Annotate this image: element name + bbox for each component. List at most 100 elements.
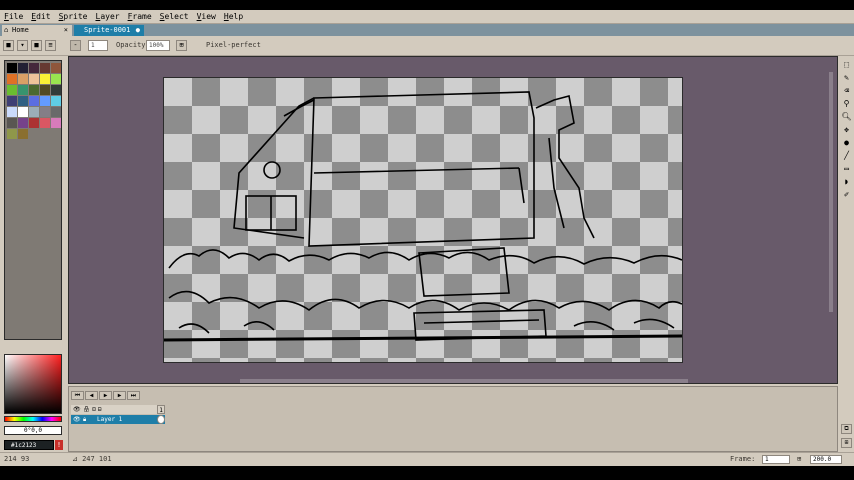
timeline-config-icon[interactable]: ⧉	[841, 424, 852, 434]
line-tool-icon[interactable]: ╱	[841, 150, 852, 161]
palette-swatch[interactable]	[29, 74, 39, 84]
menu-sprite[interactable]: Sprite	[55, 12, 92, 21]
tab-home[interactable]: ⌂ Home ×	[2, 25, 72, 36]
palette-swatch[interactable]	[40, 118, 50, 128]
palette-swatch[interactable]	[51, 107, 61, 117]
palette-swatch[interactable]	[51, 96, 61, 106]
brush-type-icon[interactable]: ■	[3, 40, 14, 51]
fill-tool-icon[interactable]: ●	[841, 137, 852, 148]
opacity-field[interactable]: 100%	[146, 40, 170, 51]
hsv-value-field[interactable]: 0°0,0	[4, 426, 62, 435]
bumper-line	[423, 319, 540, 324]
prev-frame-button[interactable]: ◀	[85, 391, 98, 400]
palette-swatch[interactable]	[51, 74, 61, 84]
palette-swatch[interactable]	[40, 74, 50, 84]
palette-swatch[interactable]	[18, 74, 28, 84]
menu-file[interactable]: File	[0, 12, 27, 21]
layer-name[interactable]: Layer 1	[97, 415, 122, 424]
palette-swatch[interactable]	[7, 85, 17, 95]
move-tool-icon[interactable]: ✥	[841, 124, 852, 135]
color-picker-area[interactable]	[4, 354, 62, 414]
last-frame-button[interactable]: ⏭	[127, 391, 140, 400]
rectangle-tool-icon[interactable]: ▭	[841, 163, 852, 174]
palette-swatch[interactable]	[7, 74, 17, 84]
warning-icon[interactable]: !	[55, 440, 63, 450]
brush-size-decrease-icon[interactable]: -	[70, 40, 81, 51]
marquee-tool-icon[interactable]: ⬚	[841, 59, 852, 70]
next-frame-button[interactable]: ▶	[113, 391, 126, 400]
palette-swatch[interactable]	[51, 85, 61, 95]
palette-swatch[interactable]	[51, 63, 61, 73]
layer-visibility-icon[interactable]: 👁︎	[73, 415, 81, 424]
foreground-color-button[interactable]: #1c2123	[4, 440, 54, 450]
palette-swatch[interactable]	[18, 118, 28, 128]
menu-select[interactable]: Select	[156, 12, 193, 21]
palette-swatch[interactable]	[7, 129, 17, 139]
palette-swatch[interactable]	[7, 118, 17, 128]
tab-sprite[interactable]: Sprite-0001 ●	[74, 25, 144, 36]
tab-sprite-label: Sprite-0001	[84, 26, 131, 34]
palette-swatch[interactable]	[29, 63, 39, 73]
menu-view[interactable]: View	[193, 12, 220, 21]
aseprite-window: File Edit Sprite Layer Frame Select View…	[0, 10, 854, 466]
bushes-middle	[168, 290, 682, 311]
frame-field[interactable]: 1	[762, 455, 790, 464]
blur-tool-icon[interactable]: ✐	[841, 189, 852, 200]
layer-lock-icon[interactable]: 🔒︎	[83, 415, 86, 424]
cel-frame-1[interactable]	[157, 415, 165, 424]
palette-swatch[interactable]	[7, 107, 17, 117]
tab-sprite-modified-icon[interactable]: ●	[136, 25, 140, 36]
palette-swatch[interactable]	[18, 107, 28, 117]
menu-layer[interactable]: Layer	[91, 12, 123, 21]
layer-visibility-icons[interactable]: 👁︎🔒︎⊡⊟	[71, 405, 103, 414]
eraser-tool-icon[interactable]: ⌫	[841, 85, 852, 96]
palette-swatch[interactable]	[40, 85, 50, 95]
menu-help[interactable]: Help	[220, 12, 247, 21]
frame-number-1[interactable]: 1	[157, 405, 165, 414]
palette-swatch[interactable]	[7, 96, 17, 106]
palette-swatch[interactable]	[18, 63, 28, 73]
brush-shape-icon[interactable]: ▾	[17, 40, 28, 51]
palette-swatch[interactable]	[18, 129, 28, 139]
layer-row[interactable]: 👁︎ 🔒︎ Layer 1	[71, 415, 165, 424]
sprite-editor[interactable]	[68, 56, 838, 384]
menu-edit[interactable]: Edit	[27, 12, 54, 21]
palette-swatch[interactable]	[18, 96, 28, 106]
palette-swatch[interactable]	[40, 96, 50, 106]
horizontal-scrollbar[interactable]	[240, 379, 688, 383]
palette-swatch[interactable]	[40, 63, 50, 73]
play-button[interactable]: ▶	[99, 391, 112, 400]
sprite-canvas[interactable]	[163, 77, 683, 363]
eyedropper-tool-icon[interactable]: ⚲	[841, 98, 852, 109]
zoom-field[interactable]: 200.0	[810, 455, 842, 464]
timeline-header: 👁︎🔒︎⊡⊟	[71, 405, 165, 414]
add-frame-icon[interactable]: ⊞	[797, 455, 801, 463]
palette-swatch[interactable]	[29, 96, 39, 106]
vertical-scrollbar[interactable]	[829, 72, 833, 312]
brush-square-icon[interactable]: ■	[31, 40, 42, 51]
hue-slider[interactable]	[4, 416, 62, 422]
palette-swatch[interactable]	[29, 107, 39, 117]
brush-options-icon[interactable]: ≡	[45, 40, 56, 51]
zoom-tool-icon[interactable]: 🔍︎	[841, 111, 852, 122]
palette-swatches	[7, 63, 61, 139]
palette-swatch[interactable]	[18, 85, 28, 95]
ink-mode-icon[interactable]: ⊞	[176, 40, 187, 51]
palette-swatch[interactable]	[7, 63, 17, 73]
palette-swatch[interactable]	[40, 107, 50, 117]
tab-home-label: Home	[12, 26, 29, 34]
first-frame-button[interactable]: ⏮	[71, 391, 84, 400]
pixel-perfect-label[interactable]: Pixel-perfect	[206, 41, 261, 49]
palette-swatch[interactable]	[29, 118, 39, 128]
brush-size-field[interactable]: 1	[88, 40, 108, 51]
timeline-toggle-icon[interactable]: ⊞	[841, 438, 852, 448]
opacity-label: Opacity:	[116, 41, 150, 49]
contour-tool-icon[interactable]: ◗	[841, 176, 852, 187]
palette-swatch[interactable]	[29, 85, 39, 95]
palette-swatch[interactable]	[51, 118, 61, 128]
pencil-tool-icon[interactable]: ✎	[841, 72, 852, 83]
status-bar: 214 93 ⊿ 247 101 Frame: 1 ⊞ 200.0	[0, 452, 854, 466]
tab-home-close-icon[interactable]: ×	[64, 25, 68, 36]
menu-frame[interactable]: Frame	[124, 12, 156, 21]
tab-bar: ⌂ Home × Sprite-0001 ●	[0, 24, 854, 36]
